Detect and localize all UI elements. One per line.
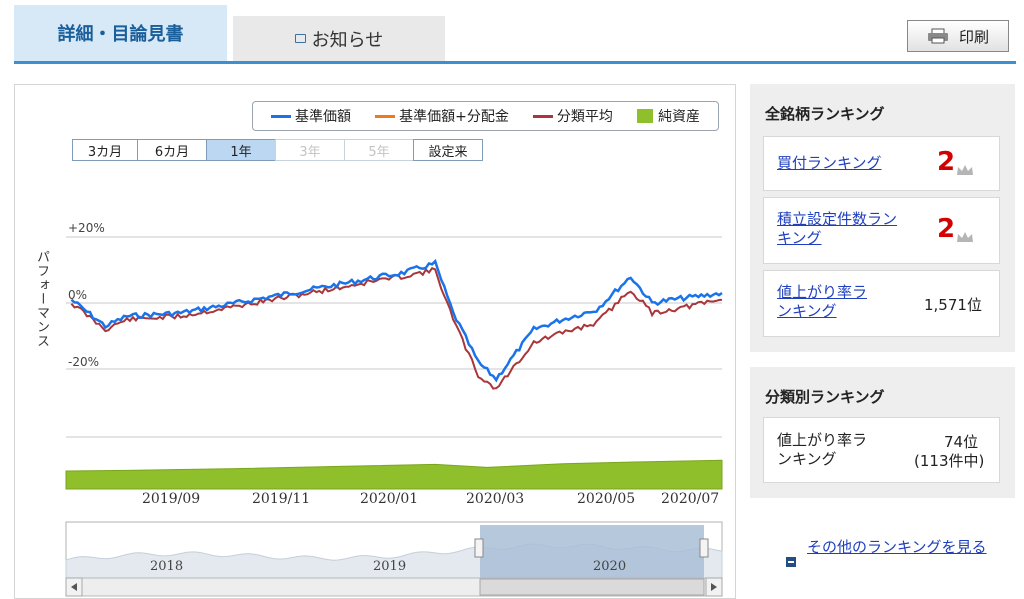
net-assets-area	[65, 459, 723, 490]
y-tick-label: 0%	[68, 288, 88, 302]
legend-swatch	[375, 114, 396, 118]
rank-number: 2	[937, 214, 956, 244]
gain-rank-value: 1,571位	[924, 296, 982, 314]
x-tick-label: 2019/11	[252, 491, 311, 507]
category-average-line	[70, 266, 723, 390]
class-rank-value: 74位	[944, 433, 979, 451]
class-gain-label: 値上がり率ランキング	[777, 431, 868, 468]
ranking-all-title: 全銘柄ランキング	[765, 105, 885, 123]
period-5y-button: 5年	[344, 139, 414, 161]
class-rank-count: (113件中)	[914, 452, 985, 470]
period-3y-button: 3年	[275, 139, 345, 161]
ranking-class-panel: 分類別ランキング 値上がり率ランキング 74位 (113件中)	[750, 367, 1015, 498]
legend-label: 分類平均	[556, 109, 613, 125]
rank-number: 2	[937, 147, 956, 177]
legend-swatch	[636, 109, 653, 123]
period-3m-button[interactable]: 3カ月	[72, 139, 138, 161]
legend-item-category-avg[interactable]: 分類平均	[532, 106, 613, 126]
legend-label: 基準価額+分配金	[399, 109, 509, 125]
y-axis-label: パフォーマンス	[34, 250, 49, 348]
legend-item-net-assets[interactable]: 純資産	[636, 106, 700, 126]
legend-label: 純資産	[657, 109, 700, 125]
period-selector: 3カ月 6カ月 1年 3年 5年 設定来	[72, 139, 483, 161]
ranking-row-purchase: 買付ランキング 2	[763, 136, 1000, 191]
navigator-tick: 2018	[150, 559, 183, 574]
legend-item-nav-dividend[interactable]: 基準価額+分配金	[375, 106, 509, 126]
scrollbar-thumb	[479, 578, 705, 596]
y-tick-label: +20%	[68, 221, 105, 235]
period-6m-button[interactable]: 6カ月	[137, 139, 207, 161]
plus-icon	[786, 557, 796, 567]
x-tick-label: 2020/05	[577, 491, 636, 507]
purchase-ranking-link[interactable]: 買付ランキング	[777, 154, 882, 173]
legend-item-nav[interactable]: 基準価額	[271, 106, 351, 126]
y-tick-label: -20%	[68, 355, 100, 369]
ranking-all-panel: 全銘柄ランキング 買付ランキング 2 積立設定件数ランキング 2 値上がり率ラン…	[750, 84, 1015, 352]
gain-ranking-link[interactable]: 値上がり率ランキング	[777, 283, 877, 321]
legend-swatch	[271, 114, 292, 118]
legend-label: 基準価額	[295, 109, 352, 125]
nav-line	[70, 258, 723, 383]
more-rankings: その他のランキングを見る	[786, 537, 997, 567]
navigator-handle-left	[474, 538, 484, 558]
period-1y-button[interactable]: 1年	[206, 139, 276, 161]
ranking-row-gain: 値上がり率ランキング 1,571位	[763, 270, 1000, 337]
x-tick-label: 2020/07	[661, 491, 720, 507]
navigator-selection	[480, 525, 704, 578]
navigator-tick: 2019	[373, 559, 406, 574]
chart-legend: 基準価額 基準価額+分配金 分類平均 純資産	[252, 101, 719, 131]
ranking-row-accumulation: 積立設定件数ランキング 2	[763, 197, 1000, 264]
x-tick-label: 2020/01	[360, 491, 419, 507]
accumulation-ranking-link[interactable]: 積立設定件数ランキング	[777, 210, 897, 248]
ranking-row-class-gain: 値上がり率ランキング 74位 (113件中)	[763, 417, 1000, 483]
navigator-tick: 2020	[593, 559, 626, 574]
x-tick-label: 2019/09	[142, 491, 201, 507]
crown-icon	[957, 165, 973, 175]
period-since-inception-button[interactable]: 設定来	[413, 139, 483, 161]
crown-icon	[957, 232, 973, 242]
ranking-class-title: 分類別ランキング	[765, 388, 885, 406]
more-rankings-link[interactable]: その他のランキングを見る	[807, 537, 997, 567]
x-tick-label: 2020/03	[466, 491, 525, 507]
legend-swatch	[532, 114, 553, 118]
navigator-handle-right	[699, 538, 709, 558]
